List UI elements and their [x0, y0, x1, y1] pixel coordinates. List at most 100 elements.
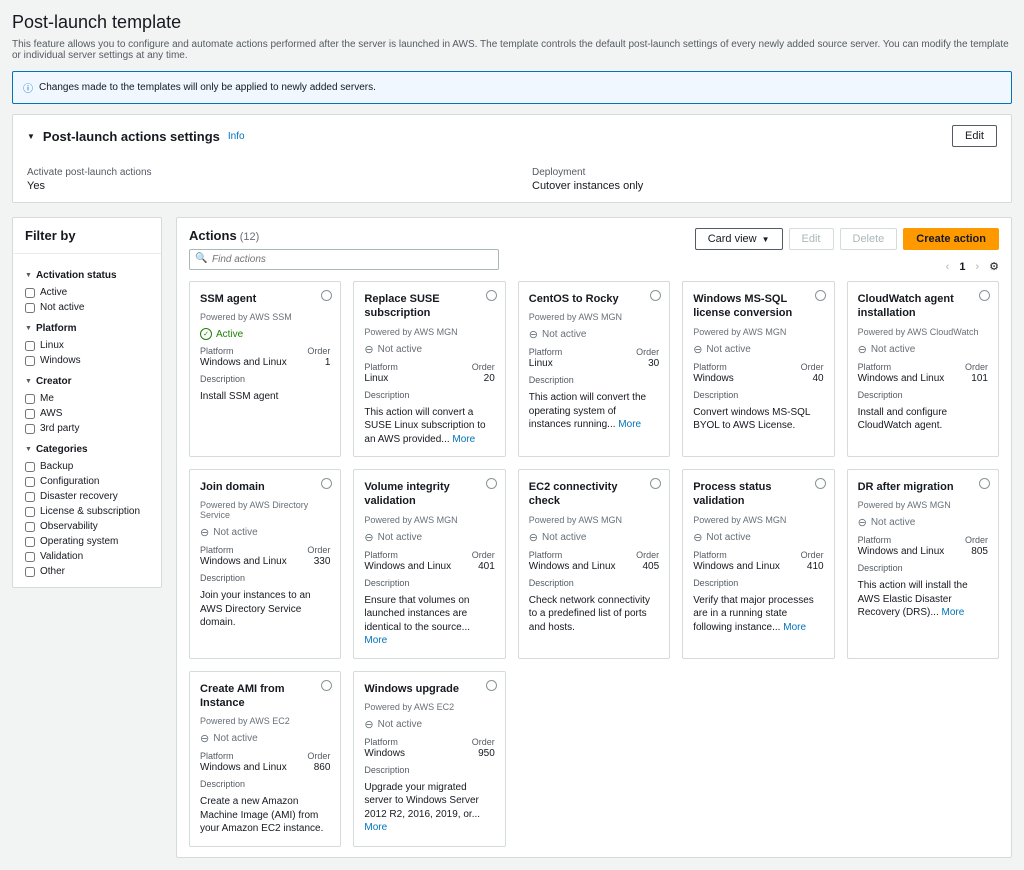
filter-item[interactable]: Me: [25, 391, 149, 406]
filter-checkbox[interactable]: [25, 409, 35, 419]
card-radio[interactable]: [486, 478, 497, 489]
action-card[interactable]: DR after migrationPowered by AWS MGNNot …: [847, 469, 999, 659]
caret-down-icon[interactable]: ▼: [27, 132, 35, 141]
platform-label: Platform: [200, 346, 287, 356]
description-label: Description: [529, 375, 659, 385]
filter-checkbox[interactable]: [25, 424, 35, 434]
action-card[interactable]: Windows upgradePowered by AWS EC2Not act…: [353, 671, 505, 847]
info-banner-text: Changes made to the templates will only …: [39, 82, 376, 93]
delete-action-button[interactable]: Delete: [840, 228, 898, 250]
filter-title: Filter by: [13, 218, 161, 254]
card-title: Join domain: [200, 480, 330, 494]
card-radio[interactable]: [979, 478, 990, 489]
filter-checkbox[interactable]: [25, 462, 35, 472]
info-link[interactable]: Info: [228, 131, 245, 142]
filter-checkbox[interactable]: [25, 288, 35, 298]
card-title: Replace SUSE subscription: [364, 292, 494, 321]
filter-item[interactable]: License & subscription: [25, 504, 149, 519]
more-link[interactable]: More: [783, 622, 806, 633]
more-link[interactable]: More: [364, 635, 387, 646]
filter-checkbox[interactable]: [25, 537, 35, 547]
description-value: Join your instances to an AWS Directory …: [200, 589, 330, 630]
filter-checkbox[interactable]: [25, 341, 35, 351]
card-subtitle: Powered by AWS MGN: [364, 515, 494, 525]
card-radio[interactable]: [815, 478, 826, 489]
action-card[interactable]: SSM agentPowered by AWS SSMActivePlatfor…: [189, 281, 341, 457]
card-radio[interactable]: [486, 290, 497, 301]
filter-item[interactable]: Other: [25, 564, 149, 579]
create-action-button[interactable]: Create action: [903, 228, 999, 250]
filter-item[interactable]: AWS: [25, 406, 149, 421]
action-card[interactable]: CentOS to RockyPowered by AWS MGNNot act…: [518, 281, 670, 457]
search-input[interactable]: [189, 249, 499, 270]
order-label: Order: [636, 347, 659, 357]
prev-page-icon[interactable]: ‹: [946, 261, 950, 273]
filter-group-title[interactable]: Categories: [25, 444, 149, 455]
filter-item[interactable]: Backup: [25, 459, 149, 474]
filter-group-title[interactable]: Creator: [25, 376, 149, 387]
card-radio[interactable]: [486, 680, 497, 691]
filter-item[interactable]: Linux: [25, 338, 149, 353]
order-value: 330: [307, 556, 330, 567]
description-value: Convert windows MS-SQL BYOL to AWS Licen…: [693, 406, 823, 433]
action-card[interactable]: EC2 connectivity checkPowered by AWS MGN…: [518, 469, 670, 659]
card-radio[interactable]: [321, 478, 332, 489]
card-view-button[interactable]: Card view ▼: [695, 228, 783, 250]
page-title: Post-launch template: [12, 12, 1012, 33]
next-page-icon[interactable]: ›: [975, 261, 979, 273]
settings-panel-title: Post-launch actions settings: [43, 129, 220, 144]
action-card[interactable]: Volume integrity validationPowered by AW…: [353, 469, 505, 659]
filter-checkbox[interactable]: [25, 507, 35, 517]
filter-item[interactable]: Active: [25, 285, 149, 300]
filter-checkbox[interactable]: [25, 492, 35, 502]
filter-checkbox[interactable]: [25, 394, 35, 404]
card-radio[interactable]: [321, 290, 332, 301]
filter-item[interactable]: Operating system: [25, 534, 149, 549]
action-card[interactable]: Create AMI from InstancePowered by AWS E…: [189, 671, 341, 847]
card-radio[interactable]: [321, 680, 332, 691]
filter-group-title[interactable]: Activation status: [25, 270, 149, 281]
filter-checkbox[interactable]: [25, 552, 35, 562]
filter-item-label: Operating system: [40, 536, 118, 547]
filter-item[interactable]: Observability: [25, 519, 149, 534]
more-link[interactable]: More: [364, 822, 387, 833]
filter-checkbox[interactable]: [25, 567, 35, 577]
action-card[interactable]: Replace SUSE subscriptionPowered by AWS …: [353, 281, 505, 457]
card-title: Windows upgrade: [364, 682, 494, 696]
status-badge: Not active: [200, 526, 330, 539]
gear-icon[interactable]: ⚙: [989, 260, 999, 273]
filter-item[interactable]: Disaster recovery: [25, 489, 149, 504]
action-card[interactable]: Join domain Powered by AWS Directory Serv…: [189, 469, 341, 659]
description-label: Description: [364, 765, 494, 775]
action-card[interactable]: Windows MS-SQL license conversionPowered…: [682, 281, 834, 457]
status-badge: Not active: [529, 328, 659, 341]
platform-value: Windows: [364, 748, 405, 759]
filter-item[interactable]: Not active: [25, 300, 149, 315]
filter-item[interactable]: Configuration: [25, 474, 149, 489]
card-radio[interactable]: [650, 290, 661, 301]
more-link[interactable]: More: [942, 607, 965, 618]
card-radio[interactable]: [650, 478, 661, 489]
card-subtitle: Powered by AWS Directory Service: [200, 500, 330, 520]
card-subtitle: Powered by AWS MGN: [529, 515, 659, 525]
filter-checkbox[interactable]: [25, 522, 35, 532]
more-link[interactable]: More: [452, 434, 475, 445]
deployment-label: Deployment: [532, 167, 997, 178]
deployment-value: Cutover instances only: [532, 180, 997, 192]
filter-checkbox[interactable]: [25, 477, 35, 487]
description-value: This action will convert the operating s…: [529, 391, 659, 432]
filter-item[interactable]: Windows: [25, 353, 149, 368]
card-radio[interactable]: [815, 290, 826, 301]
filter-group-title[interactable]: Platform: [25, 323, 149, 334]
card-radio[interactable]: [979, 290, 990, 301]
edit-button[interactable]: Edit: [952, 125, 997, 147]
filter-item[interactable]: 3rd party: [25, 421, 149, 436]
filter-checkbox[interactable]: [25, 356, 35, 366]
filter-checkbox[interactable]: [25, 303, 35, 313]
filter-item-label: Linux: [40, 340, 64, 351]
action-card[interactable]: Process status validationPowered by AWS …: [682, 469, 834, 659]
filter-item[interactable]: Validation: [25, 549, 149, 564]
more-link[interactable]: More: [618, 419, 641, 430]
action-card[interactable]: CloudWatch agent installationPowered by …: [847, 281, 999, 457]
edit-action-button[interactable]: Edit: [789, 228, 834, 250]
